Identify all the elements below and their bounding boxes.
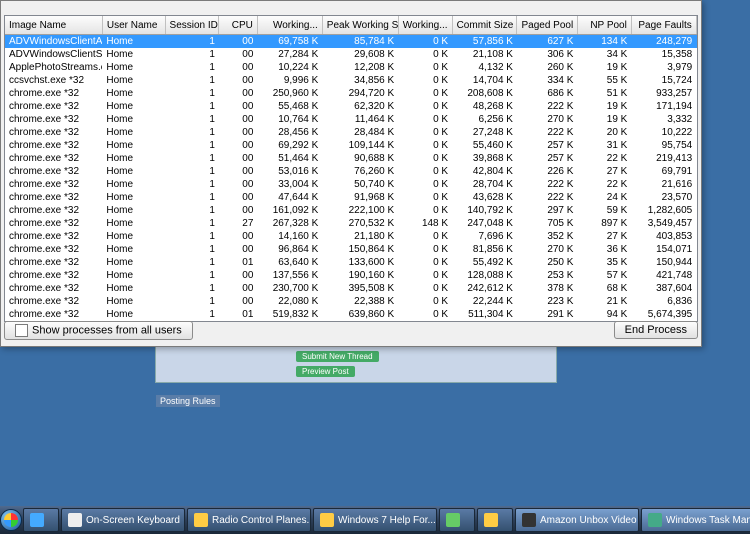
- table-row[interactable]: chrome.exe *32Home10022,080 K22,388 K0 K…: [5, 295, 698, 308]
- preview-post-button[interactable]: Preview Post: [296, 366, 355, 377]
- task-manager-window: Image NameUser NameSession IDCPUWorking.…: [0, 0, 702, 347]
- column-header[interactable]: Paged Pool: [517, 16, 577, 35]
- taskbar: On-Screen KeyboardRadio Control Planes..…: [0, 506, 750, 534]
- taskbar-button[interactable]: On-Screen Keyboard: [61, 508, 185, 532]
- table-row[interactable]: chrome.exe *32Home100161,092 K222,100 K0…: [5, 204, 698, 217]
- table-row[interactable]: chrome.exe *32Home10163,640 K133,600 K0 …: [5, 256, 698, 269]
- table-row[interactable]: chrome.exe *32Home10053,016 K76,260 K0 K…: [5, 165, 698, 178]
- table-row[interactable]: ADVWindowsClientSystemT...Home10027,284 …: [5, 48, 698, 61]
- table-row[interactable]: ApplePhotoStreams.exe *32Home10010,224 K…: [5, 61, 698, 74]
- app-icon: [68, 513, 82, 527]
- table-row[interactable]: chrome.exe *32Home10028,456 K28,484 K0 K…: [5, 126, 698, 139]
- app-icon: [484, 513, 498, 527]
- background-page-fragment: Submit New Thread Preview Post Posting R…: [155, 346, 557, 383]
- table-row[interactable]: ADVWindowsClientApp.exe...Home10069,758 …: [5, 35, 698, 49]
- table-row[interactable]: chrome.exe *32Home10033,004 K50,740 K0 K…: [5, 178, 698, 191]
- column-header[interactable]: USER...: [696, 16, 698, 35]
- table-row[interactable]: chrome.exe *32Home10014,160 K21,180 K0 K…: [5, 230, 698, 243]
- app-icon: [648, 513, 662, 527]
- table-row[interactable]: chrome.exe *32Home101519,832 K639,860 K0…: [5, 308, 698, 321]
- column-header[interactable]: Session ID: [165, 16, 219, 35]
- app-icon: [522, 513, 536, 527]
- column-header[interactable]: NP Pool: [577, 16, 631, 35]
- posting-rules-bar: Posting Rules: [156, 395, 220, 407]
- show-all-processes-button[interactable]: Show processes from all users: [4, 321, 193, 340]
- taskbar-button[interactable]: [23, 508, 59, 532]
- column-header[interactable]: CPU: [219, 16, 257, 35]
- table-row[interactable]: chrome.exe *32Home127267,328 K270,532 K1…: [5, 217, 698, 230]
- taskbar-button[interactable]: [477, 508, 513, 532]
- start-button[interactable]: [0, 506, 22, 534]
- column-header[interactable]: Working...: [398, 16, 452, 35]
- table-row[interactable]: chrome.exe *32Home10047,644 K91,968 K0 K…: [5, 191, 698, 204]
- checkbox-icon[interactable]: [15, 324, 28, 337]
- table-row[interactable]: ccsvchst.exe *32Home1009,996 K34,856 K0 …: [5, 74, 698, 87]
- taskbar-button[interactable]: Radio Control Planes...: [187, 508, 311, 532]
- column-header[interactable]: Image Name: [5, 16, 102, 35]
- taskbar-button[interactable]: [439, 508, 475, 532]
- taskbar-button[interactable]: Windows 7 Help For...: [313, 508, 437, 532]
- app-icon: [194, 513, 208, 527]
- table-row[interactable]: chrome.exe *32Home100250,960 K294,720 K0…: [5, 87, 698, 100]
- table-row[interactable]: chrome.exe *32Home10069,292 K109,144 K0 …: [5, 139, 698, 152]
- taskbar-button[interactable]: Windows Task Manag...: [641, 508, 750, 532]
- table-row[interactable]: chrome.exe *32Home100137,556 K190,160 K0…: [5, 269, 698, 282]
- submit-thread-button[interactable]: Submit New Thread: [296, 351, 379, 362]
- table-row[interactable]: chrome.exe *32Home10096,864 K150,864 K0 …: [5, 243, 698, 256]
- windows-orb-icon: [0, 509, 22, 531]
- end-process-button[interactable]: End Process: [614, 321, 698, 339]
- table-row[interactable]: chrome.exe *32Home10051,464 K90,688 K0 K…: [5, 152, 698, 165]
- table-row[interactable]: chrome.exe *32Home10010,764 K11,464 K0 K…: [5, 113, 698, 126]
- app-icon: [446, 513, 460, 527]
- column-header[interactable]: Page Faults: [631, 16, 696, 35]
- column-header[interactable]: Working...: [257, 16, 322, 35]
- table-row[interactable]: chrome.exe *32Home100230,700 K395,508 K0…: [5, 282, 698, 295]
- process-list-scroll[interactable]: Image NameUser NameSession IDCPUWorking.…: [4, 15, 698, 322]
- column-header[interactable]: User Name: [102, 16, 165, 35]
- process-table: Image NameUser NameSession IDCPUWorking.…: [5, 16, 698, 322]
- column-header[interactable]: Commit Size: [452, 16, 517, 35]
- table-row[interactable]: chrome.exe *32Home10055,468 K62,320 K0 K…: [5, 100, 698, 113]
- app-icon: [320, 513, 334, 527]
- app-icon: [30, 513, 44, 527]
- taskbar-button[interactable]: Amazon Unbox Video: [515, 508, 639, 532]
- column-header[interactable]: Peak Working S...: [322, 16, 398, 35]
